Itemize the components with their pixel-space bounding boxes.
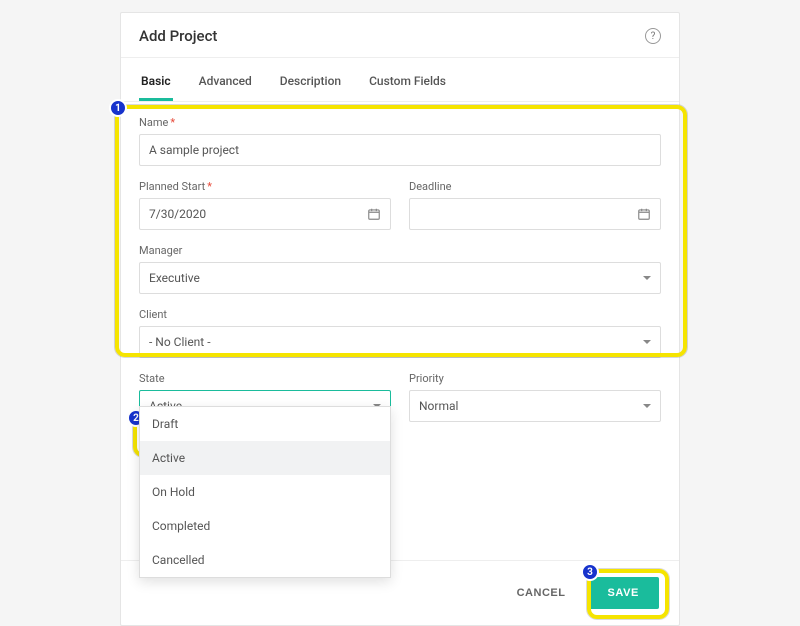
field-client: Client - No Client - bbox=[139, 308, 661, 358]
required-marker: * bbox=[170, 116, 175, 129]
cancel-button[interactable]: CANCEL bbox=[505, 577, 578, 609]
chevron-down-icon bbox=[643, 276, 651, 280]
field-name: Name* A sample project bbox=[139, 116, 661, 166]
state-option-cancelled[interactable]: Cancelled bbox=[140, 543, 390, 577]
field-priority: Priority Normal bbox=[409, 372, 661, 422]
label-manager: Manager bbox=[139, 244, 661, 257]
deadline-input[interactable] bbox=[409, 198, 661, 230]
client-select[interactable]: - No Client - bbox=[139, 326, 661, 358]
state-dropdown: Draft Active On Hold Completed Cancelled bbox=[139, 406, 391, 578]
tab-basic[interactable]: Basic bbox=[139, 68, 173, 101]
tab-description[interactable]: Description bbox=[278, 68, 343, 101]
label-priority: Priority bbox=[409, 372, 661, 385]
state-option-draft[interactable]: Draft bbox=[140, 407, 390, 441]
tab-custom-fields[interactable]: Custom Fields bbox=[367, 68, 448, 101]
modal-title: Add Project bbox=[139, 27, 217, 45]
save-button[interactable]: SAVE bbox=[587, 577, 659, 609]
label-deadline: Deadline bbox=[409, 180, 661, 193]
field-state: State Active Draft Active On Hold Comple… bbox=[139, 372, 391, 422]
form-body: Name* A sample project Planned Start* 7/… bbox=[121, 102, 679, 440]
field-deadline: Deadline bbox=[409, 180, 661, 230]
state-option-on-hold[interactable]: On Hold bbox=[140, 475, 390, 509]
state-option-completed[interactable]: Completed bbox=[140, 509, 390, 543]
chevron-down-icon bbox=[643, 340, 651, 344]
label-planned-start: Planned Start* bbox=[139, 180, 391, 193]
priority-select[interactable]: Normal bbox=[409, 390, 661, 422]
tab-bar: Basic Advanced Description Custom Fields bbox=[121, 58, 679, 102]
help-icon[interactable]: ? bbox=[645, 28, 661, 44]
label-name: Name* bbox=[139, 116, 661, 129]
calendar-icon bbox=[367, 207, 381, 221]
state-option-active[interactable]: Active bbox=[140, 441, 390, 475]
manager-select[interactable]: Executive bbox=[139, 262, 661, 294]
planned-start-input[interactable]: 7/30/2020 bbox=[139, 198, 391, 230]
field-manager: Manager Executive bbox=[139, 244, 661, 294]
label-client: Client bbox=[139, 308, 661, 321]
chevron-down-icon bbox=[643, 404, 651, 408]
tab-advanced[interactable]: Advanced bbox=[197, 68, 254, 101]
name-input[interactable]: A sample project bbox=[139, 134, 661, 166]
field-planned-start: Planned Start* 7/30/2020 bbox=[139, 180, 391, 230]
required-marker: * bbox=[207, 180, 212, 193]
modal-header: Add Project ? bbox=[121, 13, 679, 58]
calendar-icon bbox=[637, 207, 651, 221]
label-state: State bbox=[139, 372, 391, 385]
